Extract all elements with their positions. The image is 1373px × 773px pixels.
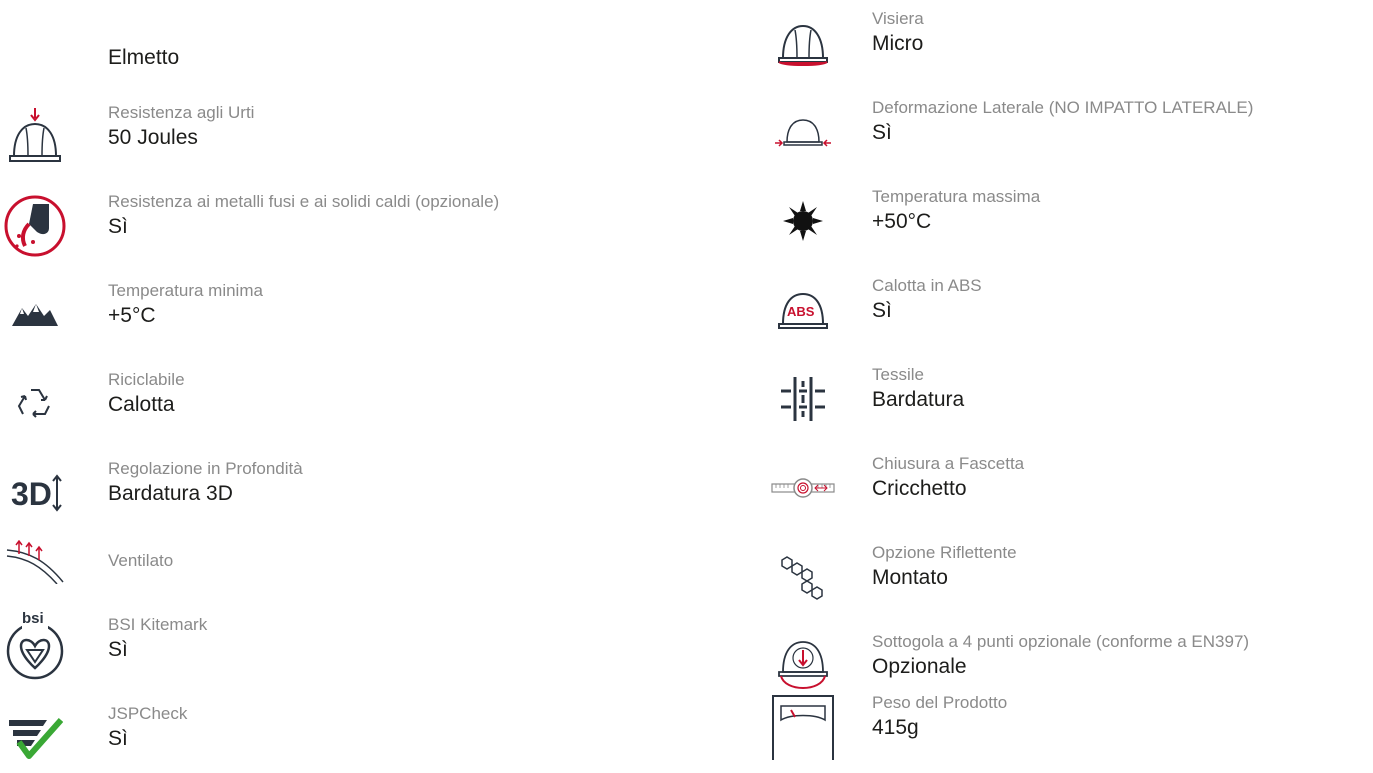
reflective-icon xyxy=(768,542,838,612)
feature-product-weight: Peso del Prodotto 415g xyxy=(768,692,1373,762)
textile-icon xyxy=(768,364,838,434)
feature-text: Opzione Riflettente Montato xyxy=(872,542,1017,592)
feature-label: Resistenza ai metalli fusi e ai solidi c… xyxy=(108,192,500,211)
feature-label: Riciclabile xyxy=(108,370,185,389)
impact-helmet-icon xyxy=(0,102,70,172)
feature-value: Montato xyxy=(872,566,948,589)
feature-label: Tessile xyxy=(872,365,924,384)
scale-icon xyxy=(768,692,838,764)
feature-label: Regolazione in Profondità xyxy=(108,459,303,478)
feature-text: Sottogola a 4 punti opzionale (conforme … xyxy=(872,631,1249,681)
lateral-deformation-icon xyxy=(768,97,838,167)
ventilation-icon xyxy=(0,527,70,597)
section-heading: Elmetto xyxy=(108,46,180,69)
feature-value: Sì xyxy=(872,121,892,144)
feature-depth-adjustment: 3D Regolazione in Profondità Bardatura 3… xyxy=(0,458,680,528)
feature-label: JSPCheck xyxy=(108,704,188,723)
feature-text: Regolazione in Profondità Bardatura 3D xyxy=(108,458,303,508)
feature-label: Calotta in ABS xyxy=(872,276,982,295)
strap-closure-icon xyxy=(768,453,838,523)
mountains-icon xyxy=(0,280,70,350)
feature-value: +50°C xyxy=(872,210,932,233)
feature-lateral-deformation: Deformazione Laterale (NO IMPATTO LATERA… xyxy=(768,97,1373,167)
feature-text: Temperatura minima +5°C xyxy=(108,280,263,330)
feature-jspcheck: JSPCheck Sì xyxy=(0,703,680,773)
feature-textile: Tessile Bardatura xyxy=(768,364,1373,434)
feature-text: Temperatura massima +50°C xyxy=(872,186,1040,236)
feature-label: Deformazione Laterale (NO IMPATTO LATERA… xyxy=(872,98,1254,117)
feature-value: +5°C xyxy=(108,304,156,327)
feature-label: Chiusura a Fascetta xyxy=(872,454,1025,473)
feature-label: Peso del Prodotto xyxy=(872,693,1008,712)
feature-value: Bardatura xyxy=(872,388,965,411)
feature-value: Sì xyxy=(108,638,128,661)
feature-bsi-kitemark: bsi BSI Kitemark Sì xyxy=(0,610,680,684)
feature-strap-closure: Chiusura a Fascetta Cricchetto xyxy=(768,453,1373,523)
feature-text: Visiera Micro xyxy=(872,8,924,58)
feature-value: Opzionale xyxy=(872,655,967,678)
jspcheck-icon xyxy=(0,703,70,773)
feature-label: Visiera xyxy=(872,9,924,28)
abs-badge: ABS xyxy=(787,304,815,319)
feature-value: Cricchetto xyxy=(872,477,967,500)
feature-ventilated: Ventilato xyxy=(0,540,680,617)
feature-text: BSI Kitemark Sì xyxy=(108,614,207,664)
feature-value: Sì xyxy=(872,299,892,322)
feature-text: Tessile Bardatura xyxy=(872,364,964,414)
feature-value: Bardatura 3D xyxy=(108,482,233,505)
feature-text: Resistenza agli Urti 50 Joules xyxy=(108,102,254,152)
chinstrap-icon xyxy=(768,631,838,701)
feature-label: Sottogola a 4 punti opzionale (conforme … xyxy=(872,632,1250,651)
feature-visor: Visiera Micro xyxy=(768,8,1373,78)
feature-label: Ventilato xyxy=(108,551,174,570)
feature-molten-metal: Resistenza ai metalli fusi e ai solidi c… xyxy=(0,191,680,261)
feature-impact: Resistenza agli Urti 50 Joules xyxy=(0,102,680,172)
feature-text: Deformazione Laterale (NO IMPATTO LATERA… xyxy=(872,97,1253,147)
feature-text: JSPCheck Sì xyxy=(108,703,187,753)
feature-text: Ventilato xyxy=(108,547,173,575)
feature-value: 50 Joules xyxy=(108,126,198,149)
feature-abs-shell: ABS Calotta in ABS Sì xyxy=(768,275,1373,345)
feature-label: Temperatura minima xyxy=(108,281,263,300)
sun-icon xyxy=(768,186,838,256)
feature-chinstrap: Sottogola a 4 punti opzionale (conforme … xyxy=(768,631,1373,701)
feature-value: Micro xyxy=(872,32,924,55)
feature-text: Calotta in ABS Sì xyxy=(872,275,982,325)
feature-value: Calotta xyxy=(108,393,175,416)
recycle-icon xyxy=(0,369,70,439)
feature-min-temperature: Temperatura minima +5°C xyxy=(0,280,680,350)
visor-helmet-icon xyxy=(768,8,838,78)
feature-recyclable: Riciclabile Calotta xyxy=(0,369,680,439)
bsi-logo-text: bsi xyxy=(22,610,44,627)
feature-text: Riciclabile Calotta xyxy=(108,369,185,419)
feature-label: Opzione Riflettente xyxy=(872,543,1017,562)
3d-adjust-icon: 3D xyxy=(0,458,70,528)
feature-text: Peso del Prodotto 415g xyxy=(872,692,1007,742)
feature-value: 415g xyxy=(872,716,919,739)
feature-text: Resistenza ai metalli fusi e ai solidi c… xyxy=(108,191,499,241)
molten-metal-icon xyxy=(0,191,70,261)
svg-text:3D: 3D xyxy=(11,476,52,512)
feature-text: Chiusura a Fascetta Cricchetto xyxy=(872,453,1024,503)
feature-reflective: Opzione Riflettente Montato xyxy=(768,542,1373,612)
feature-label: Temperatura massima xyxy=(872,187,1041,206)
feature-label: BSI Kitemark xyxy=(108,615,208,634)
feature-max-temperature: Temperatura massima +50°C xyxy=(768,186,1373,256)
feature-label: Resistenza agli Urti xyxy=(108,103,255,122)
feature-value: Sì xyxy=(108,727,128,750)
feature-value: Sì xyxy=(108,215,128,238)
